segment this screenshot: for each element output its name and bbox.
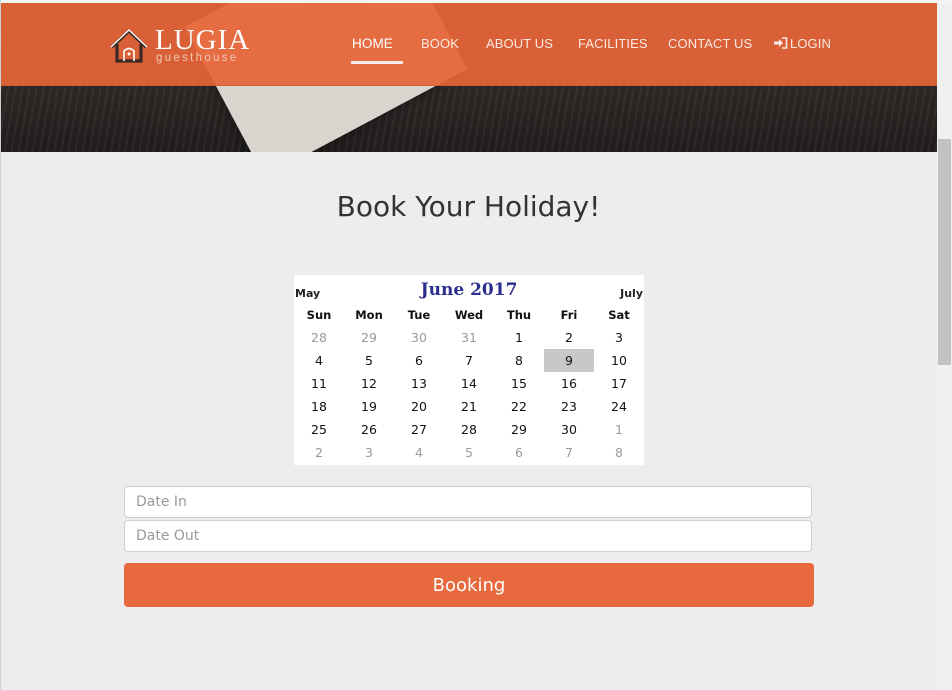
weekday-fri: Fri <box>560 308 578 322</box>
calendar-week: 18 19 20 21 22 23 24 <box>294 395 644 418</box>
calendar-day[interactable]: 3 <box>344 441 394 464</box>
vertical-scrollbar[interactable] <box>937 3 952 690</box>
weekday-mon: Mon <box>355 308 383 322</box>
date-in-field[interactable] <box>124 486 812 518</box>
calendar-day[interactable]: 20 <box>394 395 444 418</box>
calendar-day[interactable]: 21 <box>444 395 494 418</box>
calendar-day[interactable]: 23 <box>544 395 594 418</box>
login-icon <box>774 37 788 49</box>
calendar-day[interactable]: 29 <box>344 326 394 349</box>
calendar-day[interactable]: 12 <box>344 372 394 395</box>
calendar-day[interactable]: 30 <box>544 418 594 441</box>
page-title: Book Your Holiday! <box>336 190 601 223</box>
calendar-day[interactable]: 7 <box>544 441 594 464</box>
calendar-day[interactable]: 1 <box>594 418 644 441</box>
nav-home[interactable]: HOME <box>352 36 393 51</box>
calendar-day[interactable]: 22 <box>494 395 544 418</box>
nav-book[interactable]: BOOK <box>421 36 459 51</box>
calendar-day[interactable]: 8 <box>594 441 644 464</box>
booking-button[interactable]: Booking <box>124 563 814 607</box>
calendar-week: 28 29 30 31 1 2 3 <box>294 326 644 349</box>
calendar-day[interactable]: 4 <box>294 349 344 372</box>
scrollbar-thumb[interactable] <box>938 139 951 365</box>
date-out-field[interactable] <box>124 520 812 552</box>
calendar-day[interactable]: 25 <box>294 418 344 441</box>
nav-contact-us[interactable]: CONTACT US <box>668 36 752 51</box>
calendar-day[interactable]: 8 <box>494 349 544 372</box>
calendar-day[interactable]: 24 <box>594 395 644 418</box>
calendar-day[interactable]: 18 <box>294 395 344 418</box>
calendar-week: 11 12 13 14 15 16 17 <box>294 372 644 395</box>
calendar-day[interactable]: 6 <box>394 349 444 372</box>
nav-about-us[interactable]: ABOUT US <box>486 36 553 51</box>
weekday-sat: Sat <box>608 308 630 322</box>
calendar-day[interactable]: 7 <box>444 349 494 372</box>
nav-facilities[interactable]: FACILITIES <box>578 36 648 51</box>
weekday-tue: Tue <box>407 308 431 322</box>
calendar-day[interactable]: 27 <box>394 418 444 441</box>
calendar-day[interactable]: 1 <box>494 326 544 349</box>
calendar-day[interactable]: 16 <box>544 372 594 395</box>
weekday-thu: Thu <box>506 308 532 322</box>
calendar-day[interactable]: 15 <box>494 372 544 395</box>
calendar-day[interactable]: 30 <box>394 326 444 349</box>
calendar-day[interactable]: 2 <box>544 326 594 349</box>
nav-active-underline <box>351 61 403 64</box>
nav-login[interactable]: LOGIN <box>774 36 831 51</box>
calendar-day[interactable]: 14 <box>444 372 494 395</box>
brand-tagline: guesthouse <box>156 52 239 64</box>
weekday-wed: Wed <box>454 308 484 322</box>
house-logo-icon <box>110 29 148 63</box>
calendar-day[interactable]: 29 <box>494 418 544 441</box>
calendar-day[interactable]: 26 <box>344 418 394 441</box>
calendar-day[interactable]: 10 <box>594 349 644 372</box>
calendar-day[interactable]: 5 <box>444 441 494 464</box>
calendar-day[interactable]: 6 <box>494 441 544 464</box>
calendar-day[interactable]: 28 <box>294 326 344 349</box>
calendar-week: 2 3 4 5 6 7 8 <box>294 441 644 464</box>
calendar-day[interactable]: 3 <box>594 326 644 349</box>
calendar-day-selected[interactable]: 9 <box>544 349 594 372</box>
calendar-day[interactable]: 13 <box>394 372 444 395</box>
navbar: LUGIA guesthouse HOME BOOK ABOUT US FACI… <box>1 3 937 86</box>
calendar-day[interactable]: 19 <box>344 395 394 418</box>
calendar-week: 25 26 27 28 29 30 1 <box>294 418 644 441</box>
hero-banner: LUGIA guesthouse HOME BOOK ABOUT US FACI… <box>1 3 937 152</box>
calendar-weekday-header: Sun Mon Tue Wed Thu Fri Sat <box>294 308 644 322</box>
brand-logo[interactable]: LUGIA guesthouse <box>109 24 259 69</box>
nav-login-label: LOGIN <box>790 36 831 51</box>
calendar-day[interactable]: 28 <box>444 418 494 441</box>
calendar-day[interactable]: 31 <box>444 326 494 349</box>
calendar-day[interactable]: 11 <box>294 372 344 395</box>
weekday-sun: Sun <box>306 308 332 322</box>
calendar-month-title: June 2017 <box>420 280 518 300</box>
calendar-day[interactable]: 17 <box>594 372 644 395</box>
calendar-day[interactable]: 4 <box>394 441 444 464</box>
calendar-week: 4 5 6 7 8 9 10 <box>294 349 644 372</box>
next-month-link[interactable]: July <box>620 287 643 300</box>
calendar-day[interactable]: 2 <box>294 441 344 464</box>
date-picker-calendar: May June 2017 July Sun Mon Tue Wed Thu F… <box>294 275 644 465</box>
calendar-day[interactable]: 5 <box>344 349 394 372</box>
